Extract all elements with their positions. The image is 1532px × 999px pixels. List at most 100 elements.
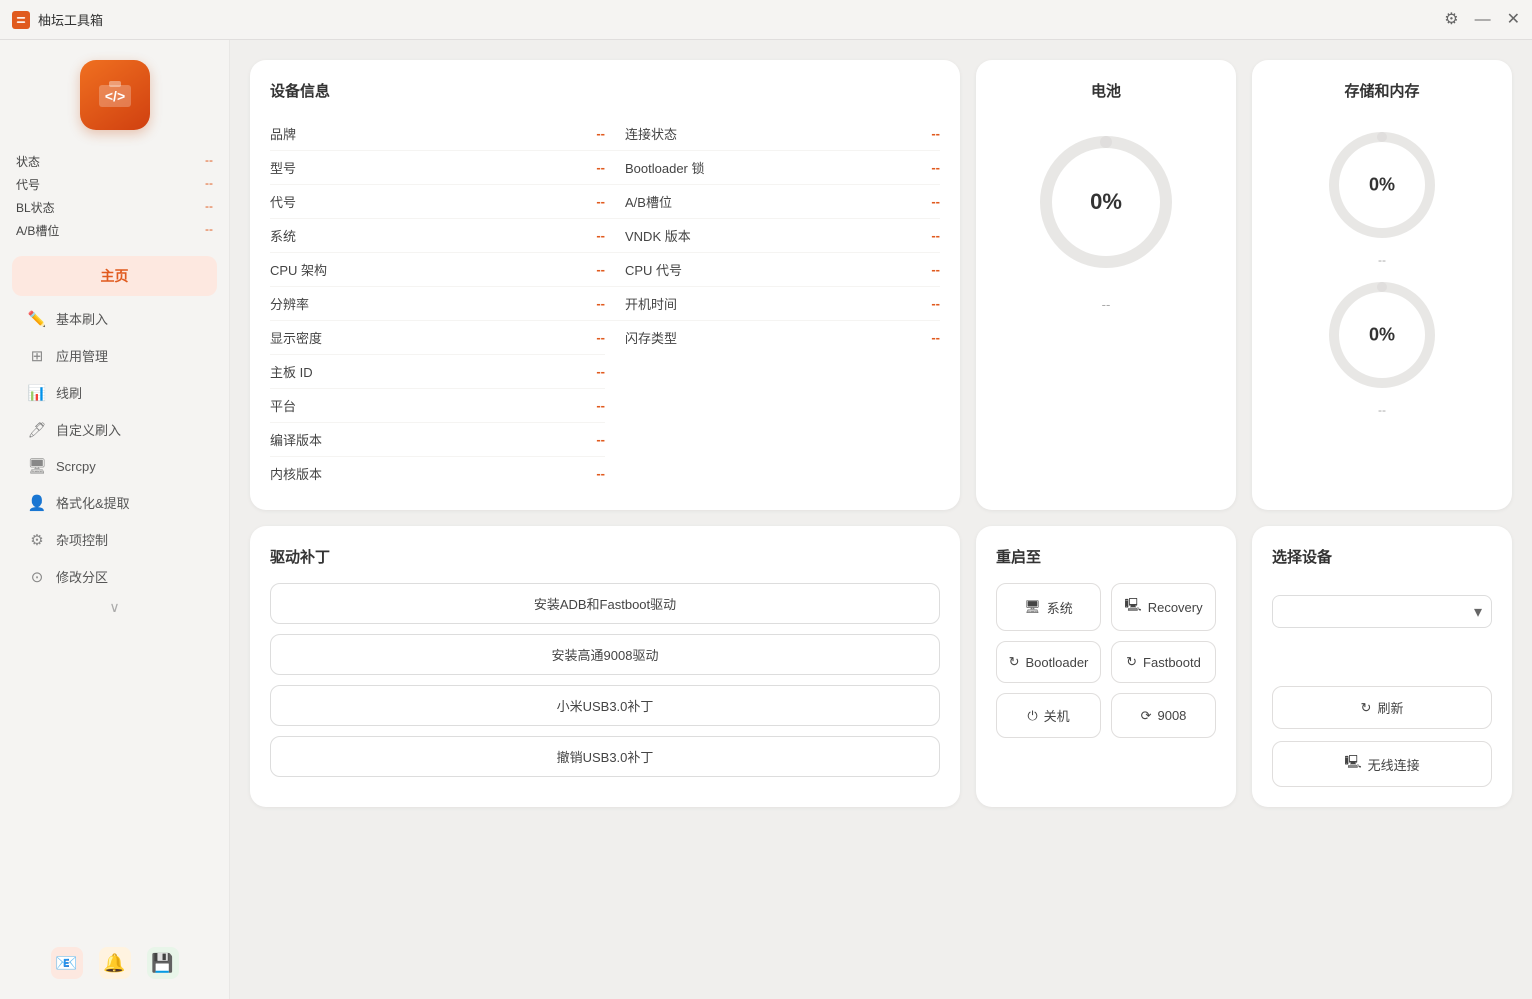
bootloader-icon: ↻ bbox=[1009, 654, 1020, 670]
format-icon: 👤 bbox=[28, 494, 46, 512]
storage-card: 存储和内存 0% -- 0% -- bbox=[1252, 60, 1512, 510]
ab-row: A/B槽位 -- bbox=[16, 219, 213, 242]
reboot-recovery-button[interactable]: 🖳 Recovery bbox=[1111, 583, 1216, 631]
sidebar-item-apps-label: 应用管理 bbox=[56, 346, 108, 365]
refresh-icon: ↻ bbox=[1361, 700, 1372, 716]
ab-label: A/B槽位 bbox=[16, 222, 59, 239]
bl-value: -- bbox=[205, 199, 213, 216]
codename-label: 代号 bbox=[16, 176, 40, 193]
scrcpy-icon: 🖥 bbox=[28, 457, 46, 475]
minimize-icon[interactable]: — bbox=[1475, 12, 1491, 28]
info-row-flash-type: 闪存类型 -- bbox=[605, 321, 940, 354]
sidebar-item-flash-label: 基本刷入 bbox=[56, 309, 108, 328]
shutdown-icon: ⏻ bbox=[1027, 708, 1037, 724]
storage-title: 存储和内存 bbox=[1344, 80, 1419, 101]
ab-value: -- bbox=[205, 222, 213, 239]
status-value: -- bbox=[205, 153, 213, 170]
reboot-9008-button[interactable]: ⟳ 9008 bbox=[1111, 693, 1216, 738]
bottom-icon-mail[interactable]: 📧 bbox=[51, 947, 83, 979]
sidebar-item-flash[interactable]: ✏️ 基本刷入 bbox=[12, 300, 217, 337]
info-row-vndk: VNDK 版本 -- bbox=[605, 219, 940, 253]
device-dropdown[interactable] bbox=[1272, 595, 1492, 628]
app-icon bbox=[12, 11, 30, 29]
sidebar-item-custom[interactable]: 🖊 自定义刷入 bbox=[12, 411, 217, 448]
sidebar-item-partition[interactable]: ⊙ 修改分区 bbox=[12, 558, 217, 595]
reboot-system-button[interactable]: 🖥 系统 bbox=[996, 583, 1101, 631]
device-select-card: 选择设备 ↻ 刷新 🖳 无线连接 bbox=[1252, 526, 1512, 807]
sidebar-item-format[interactable]: 👤 格式化&提取 bbox=[12, 484, 217, 521]
memory-donut: 0% bbox=[1322, 275, 1442, 395]
memory-bottom: -- bbox=[1378, 403, 1386, 417]
info-row-cpu-code: CPU 代号 -- bbox=[605, 253, 940, 287]
info-row-brand: 品牌 -- bbox=[270, 117, 605, 151]
shutdown-button[interactable]: ⏻ 关机 bbox=[996, 693, 1101, 738]
sidebar: </> 状态 -- 代号 -- BL状态 -- A/B槽位 -- 主页 bbox=[0, 40, 230, 999]
device-select-wrapper bbox=[1272, 595, 1492, 628]
custom-icon: 🖊 bbox=[28, 421, 46, 439]
app-title: 柚坛工具箱 bbox=[38, 10, 1444, 29]
device-select-title: 选择设备 bbox=[1272, 546, 1492, 567]
info-row-os: 系统 -- bbox=[270, 219, 605, 253]
info-row-build-version: 编译版本 -- bbox=[270, 423, 605, 457]
info-row-uptime: 开机时间 -- bbox=[605, 287, 940, 321]
sidebar-item-misc-label: 杂项控制 bbox=[56, 530, 108, 549]
bottom-icon-notify[interactable]: 🔔 bbox=[99, 947, 131, 979]
device-status-panel: 状态 -- 代号 -- BL状态 -- A/B槽位 -- bbox=[0, 150, 229, 242]
wireless-connect-button[interactable]: 🖳 无线连接 bbox=[1272, 741, 1492, 787]
info-row-codename: 代号 -- bbox=[270, 185, 605, 219]
device-info-left-col: 品牌 -- 型号 -- 代号 -- 系统 -- bbox=[270, 117, 605, 490]
sidebar-item-apps[interactable]: ⊞ 应用管理 bbox=[12, 337, 217, 374]
close-icon[interactable]: ✕ bbox=[1507, 12, 1520, 28]
install-qualcomm-9008-button[interactable]: 安装高通9008驱动 bbox=[270, 634, 940, 675]
info-row-model: 型号 -- bbox=[270, 151, 605, 185]
apps-icon: ⊞ bbox=[28, 347, 46, 365]
bl-row: BL状态 -- bbox=[16, 196, 213, 219]
install-mi-usb30-button[interactable]: 小米USB3.0补丁 bbox=[270, 685, 940, 726]
sidebar-item-edl[interactable]: 📊 线刷 bbox=[12, 374, 217, 411]
reboot-fastbootd-button[interactable]: ↻ Fastbootd bbox=[1111, 641, 1216, 683]
reboot-card: 重启至 🖥 系统 🖳 Recovery ↻ Bootloader ↻ Fastb… bbox=[976, 526, 1236, 807]
svg-text:</>: </> bbox=[104, 88, 124, 104]
refresh-device-button[interactable]: ↻ 刷新 bbox=[1272, 686, 1492, 729]
info-row-density: 显示密度 -- bbox=[270, 321, 605, 355]
install-adb-fastboot-button[interactable]: 安装ADB和Fastboot驱动 bbox=[270, 583, 940, 624]
reboot-bootloader-button[interactable]: ↻ Bootloader bbox=[996, 641, 1101, 683]
9008-icon: ⟳ bbox=[1141, 708, 1152, 724]
device-info-card: 设备信息 品牌 -- 型号 -- 代号 -- bbox=[250, 60, 960, 510]
misc-icon: ⚙ bbox=[28, 531, 46, 549]
status-label: 状态 bbox=[16, 153, 40, 170]
info-row-ab-slot: A/B槽位 -- bbox=[605, 185, 940, 219]
driver-title: 驱动补丁 bbox=[270, 546, 940, 567]
battery-card: 电池 0% -- bbox=[976, 60, 1236, 510]
sidebar-item-custom-label: 自定义刷入 bbox=[56, 420, 121, 439]
codename-value: -- bbox=[205, 176, 213, 193]
battery-info: -- bbox=[1102, 297, 1111, 312]
info-row-board-id: 主板 ID -- bbox=[270, 355, 605, 389]
info-row-kernel: 内核版本 -- bbox=[270, 457, 605, 490]
sidebar-item-edl-label: 线刷 bbox=[56, 383, 82, 402]
info-row-platform: 平台 -- bbox=[270, 389, 605, 423]
settings-icon[interactable]: ⚙ bbox=[1444, 12, 1458, 28]
status-row: 状态 -- bbox=[16, 150, 213, 173]
battery-donut: 0% bbox=[1031, 127, 1181, 277]
revoke-usb30-button[interactable]: 撤销USB3.0补丁 bbox=[270, 736, 940, 777]
recovery-icon: 🖳 bbox=[1124, 596, 1141, 618]
sidebar-bottom-icons: 📧 🔔 💾 bbox=[41, 937, 189, 989]
flash-icon: ✏️ bbox=[28, 310, 46, 328]
storage-donut: 0% bbox=[1322, 125, 1442, 245]
bottom-icon-save[interactable]: 💾 bbox=[147, 947, 179, 979]
battery-percent: 0% bbox=[1090, 189, 1122, 215]
sidebar-item-scrcpy-label: Scrcpy bbox=[56, 459, 96, 474]
battery-title: 电池 bbox=[1091, 80, 1121, 101]
device-info-title: 设备信息 bbox=[270, 80, 940, 101]
wireless-icon: 🖳 bbox=[1344, 753, 1361, 775]
device-info-grid: 品牌 -- 型号 -- 代号 -- 系统 -- bbox=[270, 117, 940, 490]
info-row-bl-lock: Bootloader 锁 -- bbox=[605, 151, 940, 185]
sidebar-item-home[interactable]: 主页 bbox=[12, 256, 217, 296]
sidebar-item-scrcpy[interactable]: 🖥 Scrcpy bbox=[12, 448, 217, 484]
sidebar-item-misc[interactable]: ⚙ 杂项控制 bbox=[12, 521, 217, 558]
sidebar-nav: 主页 ✏️ 基本刷入 ⊞ 应用管理 📊 线刷 🖊 自定义刷入 🖥 Scrcpy bbox=[0, 256, 229, 620]
reboot-title: 重启至 bbox=[996, 546, 1216, 567]
edl-icon: 📊 bbox=[28, 384, 46, 402]
partition-icon: ⊙ bbox=[28, 568, 46, 586]
